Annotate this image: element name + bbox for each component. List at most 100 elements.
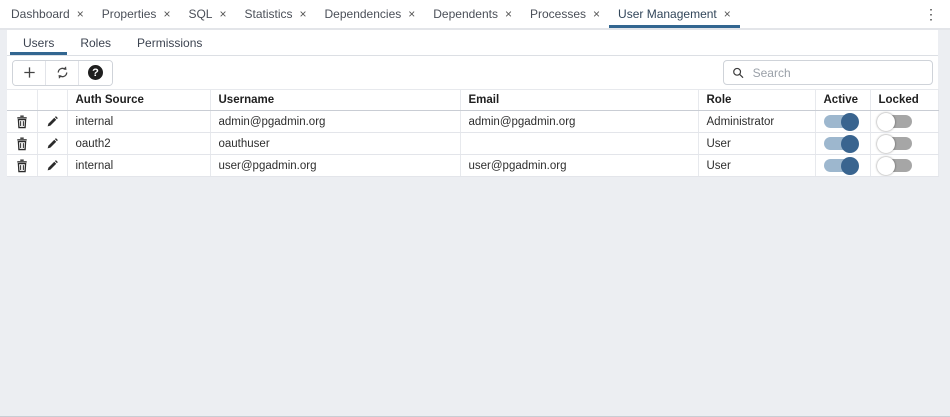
active-cell <box>815 111 870 133</box>
close-icon[interactable]: × <box>219 8 226 20</box>
plus-icon <box>22 65 37 80</box>
panel-tab-label: User Management <box>618 7 717 21</box>
active-header: Active <box>815 90 870 111</box>
toggle-knob <box>841 157 859 175</box>
close-icon[interactable]: × <box>408 8 415 20</box>
sub-tab[interactable]: Users <box>10 30 67 55</box>
active-toggle[interactable] <box>824 115 857 128</box>
email-cell[interactable]: user@pgadmin.org <box>460 155 698 177</box>
role-cell[interactable]: User <box>698 133 815 155</box>
auth-source-cell: internal <box>67 155 210 177</box>
panel-tab-label: Processes <box>530 7 586 21</box>
active-cell <box>815 155 870 177</box>
close-icon[interactable]: × <box>77 8 84 20</box>
users-toolbar: ? <box>7 56 938 89</box>
panel-tab-label: Dependents <box>433 7 498 21</box>
locked-cell <box>870 155 938 177</box>
toggle-knob <box>877 113 895 131</box>
panel-tab[interactable]: SQL × <box>179 0 235 28</box>
locked-toggle[interactable] <box>879 159 912 172</box>
refresh-button[interactable] <box>46 61 79 85</box>
help-icon: ? <box>88 65 103 80</box>
toggle-knob <box>877 157 895 175</box>
panel-tab-label: Dependencies <box>325 7 402 21</box>
trash-icon <box>16 159 28 173</box>
user-row: oauth2 oauthuser User <box>7 133 938 155</box>
pgadmin-window: Dashboard × Properties × SQL × Statistic… <box>0 0 950 417</box>
panel-tab[interactable]: Processes × <box>521 0 609 28</box>
role-cell[interactable]: User <box>698 155 815 177</box>
toggle-knob <box>841 113 859 131</box>
close-icon[interactable]: × <box>300 8 307 20</box>
username-cell[interactable]: user@pgadmin.org <box>210 155 460 177</box>
search-icon <box>732 66 745 80</box>
username-header: Username <box>210 90 460 111</box>
panel-tab-label: Properties <box>102 7 157 21</box>
panel-tab[interactable]: Properties × <box>93 0 180 28</box>
panel-tab[interactable]: Dependents × <box>424 0 521 28</box>
edit-user-button[interactable] <box>37 111 67 133</box>
toolbar-button-group: ? <box>12 60 113 86</box>
search-box <box>723 60 933 85</box>
locked-cell <box>870 133 938 155</box>
locked-header: Locked <box>870 90 938 111</box>
panel-tab[interactable]: Dependencies × <box>316 0 425 28</box>
sub-tab-label: Users <box>23 36 54 50</box>
delete-column-header <box>7 90 37 111</box>
panel-tab-label: SQL <box>188 7 212 21</box>
users-table: Auth Source Username Email Role Active L… <box>7 89 939 177</box>
panel-tab[interactable]: Statistics × <box>235 0 315 28</box>
email-header: Email <box>460 90 698 111</box>
close-icon[interactable]: × <box>593 8 600 20</box>
trash-icon <box>16 115 28 129</box>
user-management-panel: Users Roles Permissions <box>0 30 950 417</box>
email-cell[interactable] <box>460 133 698 155</box>
edit-user-button[interactable] <box>37 155 67 177</box>
trash-icon <box>16 137 28 151</box>
pencil-icon <box>46 115 59 128</box>
edit-column-header <box>37 90 67 111</box>
toggle-knob <box>841 135 859 153</box>
username-cell[interactable]: admin@pgadmin.org <box>210 111 460 133</box>
tab-bar: Dashboard × Properties × SQL × Statistic… <box>0 0 950 30</box>
active-toggle[interactable] <box>824 159 857 172</box>
username-cell[interactable]: oauthuser <box>210 133 460 155</box>
user-row: internal user@pgadmin.org user@pgadmin.o… <box>7 155 938 177</box>
users-content: Users Roles Permissions <box>7 30 938 177</box>
panel-tab[interactable]: User Management × <box>609 0 740 28</box>
close-icon[interactable]: × <box>724 8 731 20</box>
refresh-icon <box>55 65 70 80</box>
role-cell[interactable]: Administrator <box>698 111 815 133</box>
close-icon[interactable]: × <box>163 8 170 20</box>
sub-tab[interactable]: Permissions <box>124 30 215 55</box>
help-button[interactable]: ? <box>79 61 112 85</box>
toggle-knob <box>877 135 895 153</box>
locked-toggle[interactable] <box>879 115 912 128</box>
email-cell[interactable]: admin@pgadmin.org <box>460 111 698 133</box>
close-icon[interactable]: × <box>505 8 512 20</box>
auth-source-cell: internal <box>67 111 210 133</box>
header-row: Auth Source Username Email Role Active L… <box>7 90 938 111</box>
sub-tab-bar: Users Roles Permissions <box>7 30 938 56</box>
panel-tab-label: Dashboard <box>11 7 70 21</box>
delete-user-button[interactable] <box>7 155 37 177</box>
auth-source-cell: oauth2 <box>67 133 210 155</box>
active-cell <box>815 133 870 155</box>
search-input[interactable] <box>751 65 924 81</box>
pencil-icon <box>46 137 59 150</box>
delete-user-button[interactable] <box>7 111 37 133</box>
sub-tab[interactable]: Roles <box>67 30 124 55</box>
auth-source-header: Auth Source <box>67 90 210 111</box>
edit-user-button[interactable] <box>37 133 67 155</box>
kebab-menu-icon[interactable]: ⋮ <box>920 0 942 28</box>
user-row: internal admin@pgadmin.org admin@pgadmin… <box>7 111 938 133</box>
locked-toggle[interactable] <box>879 137 912 150</box>
active-toggle[interactable] <box>824 137 857 150</box>
locked-cell <box>870 111 938 133</box>
add-user-button[interactable] <box>13 61 46 85</box>
pencil-icon <box>46 159 59 172</box>
panel-tab[interactable]: Dashboard × <box>2 0 93 28</box>
panel-tab-label: Statistics <box>244 7 292 21</box>
sub-tab-label: Roles <box>80 36 111 50</box>
delete-user-button[interactable] <box>7 133 37 155</box>
